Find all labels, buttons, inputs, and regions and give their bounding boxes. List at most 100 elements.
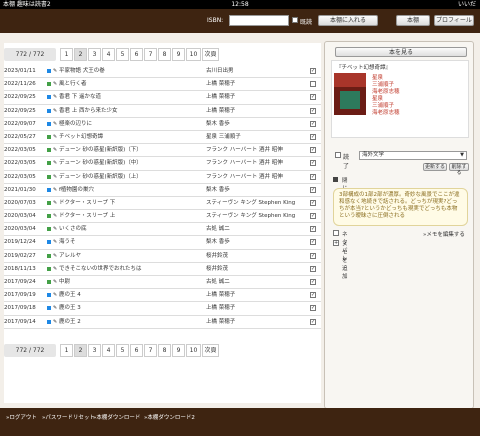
genre-select[interactable]: 海外文学 ▼	[359, 151, 467, 160]
pencil-icon[interactable]: ✎	[53, 157, 58, 169]
row-author[interactable]: 星泉 三浦順子	[206, 131, 306, 143]
logout-link[interactable]: »ログアウト	[6, 413, 37, 421]
row-title[interactable]: 香君 下 遥かな道	[59, 91, 199, 103]
row-read-checkbox[interactable]	[310, 81, 316, 88]
table-row[interactable]: 2020/03/04 ✎ いくさの底 古処 誠二 ✓	[4, 223, 321, 237]
row-author[interactable]: 桜井鈴茂	[206, 263, 306, 275]
author-line[interactable]: 星泉	[372, 96, 400, 103]
row-author[interactable]: フランク ハーバート 酒井 昭伸	[206, 171, 306, 183]
page-9[interactable]: 9	[172, 344, 185, 357]
next-page-button[interactable]: 次頁	[202, 48, 219, 61]
table-row[interactable]: 2017/09/24 ✎ 中尉 古処 誠二 ✓	[4, 276, 321, 290]
row-title[interactable]: 風と行く者	[59, 78, 199, 90]
page-6[interactable]: 6	[130, 48, 143, 61]
row-author[interactable]: フランク ハーバート 酒井 昭伸	[206, 157, 306, 169]
page-5[interactable]: 5	[116, 48, 129, 61]
row-author[interactable]: 古処 誠二	[206, 276, 306, 288]
pencil-icon[interactable]: ✎	[53, 171, 58, 183]
row-author[interactable]: 桜井鈴茂	[206, 250, 306, 262]
table-row[interactable]: 2020/07/03 ✎ ドクター・スリープ 下スティーヴン キング Stephen…	[4, 197, 321, 211]
row-read-checkbox[interactable]: ✓	[310, 213, 316, 220]
row-title[interactable]: アレルヤ	[59, 250, 199, 262]
page-9[interactable]: 9	[172, 48, 185, 61]
row-author[interactable]: フランク ハーバート 酒井 昭伸	[206, 144, 306, 156]
finished-checkbox[interactable]	[335, 152, 341, 158]
table-row[interactable]: 2019/12/24 ✎ 海うそ 梨木 香歩 ✓	[4, 236, 321, 250]
row-author[interactable]: 上橋 菜穂子	[206, 78, 306, 90]
table-row[interactable]: 2022/09/25 ✎ 香君 上 西から来た少女 上橋 菜穂子 ✓	[4, 105, 321, 118]
pencil-icon[interactable]: ✎	[53, 223, 58, 235]
pencil-icon[interactable]: ✎	[53, 78, 58, 90]
row-read-checkbox[interactable]: ✓	[310, 68, 316, 74]
row-author[interactable]: 梨木 香歩	[206, 236, 306, 248]
row-read-checkbox[interactable]: ✓	[310, 292, 316, 299]
page-7[interactable]: 7	[144, 344, 157, 357]
author-line[interactable]: 三浦順子	[372, 103, 400, 110]
table-row[interactable]: 2022/03/05 ✎ デューン 砂の惑星(新訳版)（下） フランク ハーバート 酒…	[4, 144, 321, 158]
row-read-checkbox[interactable]: ✓	[310, 305, 316, 312]
row-read-checkbox[interactable]: ✓	[310, 160, 316, 167]
row-read-checkbox[interactable]: ✓	[310, 133, 316, 140]
pencil-icon[interactable]: ✎	[53, 105, 58, 117]
row-title[interactable]: 平家物語 犬王の巻	[59, 65, 199, 77]
row-title[interactable]: チベット幻想奇譚	[59, 131, 199, 143]
row-author[interactable]: 上橋 菜穂子	[206, 91, 306, 103]
page-3[interactable]: 3	[88, 344, 101, 357]
download-link[interactable]: »本棚ダウンロード	[93, 413, 140, 421]
add-to-shelf-button[interactable]: 本棚に入れる	[318, 15, 378, 26]
row-title[interactable]: f植物園の巣穴	[59, 184, 199, 196]
spoiler-checkbox[interactable]	[333, 230, 339, 236]
table-row[interactable]: 2022/03/05 ✎ デューン 砂の惑星(新訳版)（上） フランク ハーバート 酒…	[4, 171, 321, 184]
row-read-checkbox[interactable]: ✓	[310, 239, 316, 246]
page-8[interactable]: 8	[158, 48, 171, 61]
page-5[interactable]: 5	[116, 344, 129, 357]
read-checkbox[interactable]	[292, 17, 298, 23]
pencil-icon[interactable]: ✎	[53, 65, 58, 77]
view-book-button[interactable]: 本を見る	[335, 47, 467, 57]
table-row[interactable]: 2017/09/18 ✎ 鹿の王 3 上橋 菜穂子 ✓	[4, 302, 321, 316]
row-read-checkbox[interactable]: ✓	[310, 173, 316, 180]
pencil-icon[interactable]: ✎	[53, 184, 58, 196]
table-row[interactable]: 2017/09/19 ✎ 鹿の王 4 上橋 菜穂子 ✓	[4, 289, 321, 303]
table-row[interactable]: 2022/09/25 ✎ 香君 下 遥かな道 上橋 菜穂子 ✓	[4, 91, 321, 105]
page-1[interactable]: 1	[60, 344, 73, 357]
pencil-icon[interactable]: ✎	[53, 276, 58, 288]
table-row[interactable]: 2019/02/27 ✎ アレルヤ 桜井鈴茂 ✓	[4, 250, 321, 263]
row-author[interactable]: 上橋 菜穂子	[206, 316, 306, 328]
row-read-checkbox[interactable]: ✓	[310, 279, 316, 285]
row-read-checkbox[interactable]: ✓	[310, 252, 316, 259]
pencil-icon[interactable]: ✎	[53, 250, 58, 262]
row-title[interactable]: ドクター・スリープ 上	[59, 210, 199, 222]
row-author[interactable]: 上橋 菜穂子	[206, 302, 306, 314]
author-line[interactable]: 海老原志穂	[372, 89, 400, 96]
page-7[interactable]: 7	[144, 48, 157, 61]
row-read-checkbox[interactable]: ✓	[310, 120, 316, 127]
profile-button[interactable]: プロフィール	[434, 15, 474, 26]
row-title[interactable]: 鹿の王 2	[59, 316, 199, 328]
row-title[interactable]: ドクター・スリープ 下	[59, 197, 199, 209]
table-row[interactable]: 2017/09/14 ✎ 鹿の王 2 上橋 菜穂子 ✓	[4, 316, 321, 329]
table-row[interactable]: 2022/05/27 ✎ チベット幻想奇譚 星泉 三浦順子 ✓	[4, 131, 321, 145]
row-title[interactable]: 極楽の辺りに	[59, 118, 199, 130]
row-title[interactable]: 香君 上 西から来た少女	[59, 105, 199, 117]
table-row[interactable]: 2022/11/26 ✎ 風と行く者 上橋 菜穂子	[4, 78, 321, 92]
row-read-checkbox[interactable]: ✓	[310, 226, 316, 233]
page-4[interactable]: 4	[102, 344, 115, 357]
row-title[interactable]: できそこないの世界でおれたちは	[59, 263, 199, 275]
pencil-icon[interactable]: ✎	[53, 118, 58, 130]
table-row[interactable]: 2020/03/04 ✎ ドクター・スリープ 上スティーヴン キング Stephen…	[4, 210, 321, 224]
pencil-icon[interactable]: ✎	[53, 316, 58, 328]
page-2[interactable]: 2	[74, 344, 87, 357]
page-6[interactable]: 6	[130, 344, 143, 357]
pencil-icon[interactable]: ✎	[53, 197, 58, 209]
row-read-checkbox[interactable]: ✓	[310, 147, 316, 154]
download2-link[interactable]: »本棚ダウンロード2	[144, 413, 195, 421]
row-author[interactable]: スティーヴン キング Stephen King	[206, 197, 306, 209]
table-row[interactable]: 2018/11/13 ✎ できそこないの世界でおれたちは 桜井鈴茂 ✓	[4, 263, 321, 276]
page-1[interactable]: 1	[60, 48, 73, 61]
pencil-icon[interactable]: ✎	[53, 210, 58, 222]
edit-memo-link[interactable]: »メモを編集する	[423, 230, 465, 238]
author-line[interactable]: 星泉	[372, 75, 400, 82]
row-read-checkbox[interactable]: ✓	[310, 186, 316, 193]
row-title[interactable]: デューン 砂の惑星(新訳版)（上）	[59, 171, 199, 183]
